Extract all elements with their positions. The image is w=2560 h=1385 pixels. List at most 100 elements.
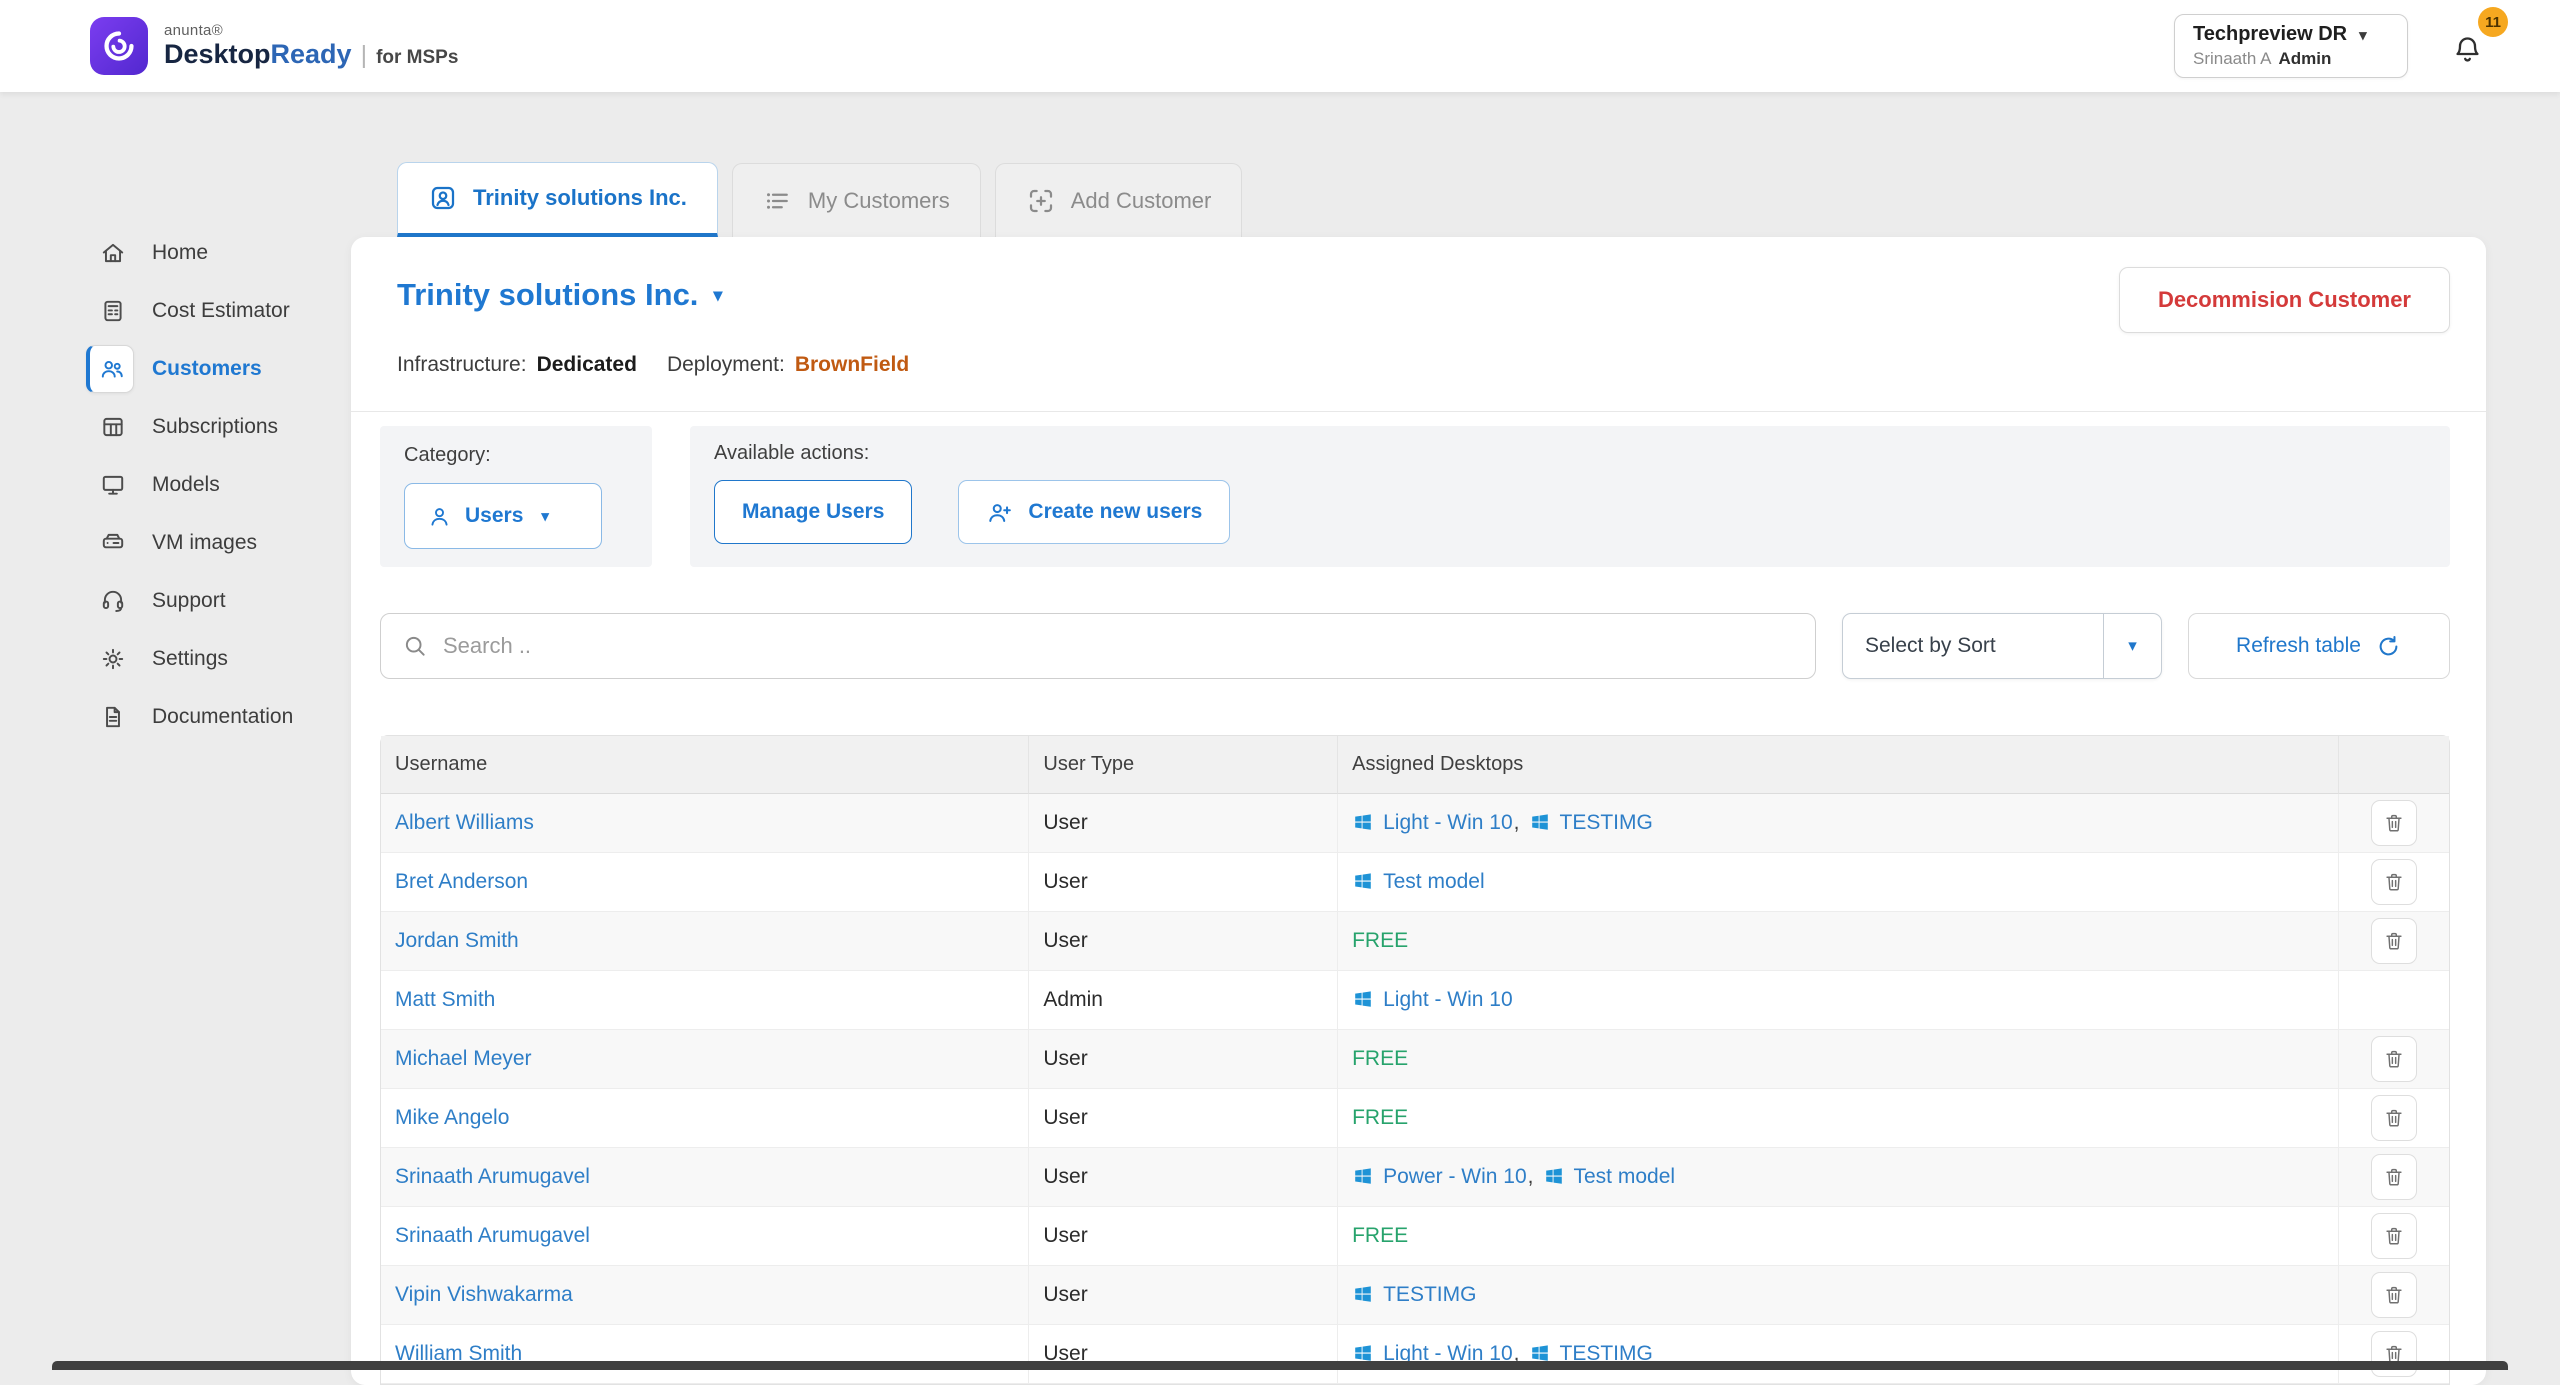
refresh-table-button[interactable]: Refresh table xyxy=(2188,613,2450,679)
create-new-users-button[interactable]: Create new users xyxy=(958,480,1230,544)
username-link[interactable]: Srinaath Arumugavel xyxy=(395,1224,590,1247)
desktop-link[interactable]: TESTIMG xyxy=(1560,811,1653,834)
account-menu[interactable]: Techpreview DR ▾ Srinaath A Admin xyxy=(2174,14,2408,78)
table-body: Albert Williams User Light - Win 10, TEST… xyxy=(381,794,2449,1384)
sidebar-item-documentation[interactable]: Documentation xyxy=(0,688,350,746)
sidebar-item-support[interactable]: Support xyxy=(0,572,350,630)
username-cell: Srinaath Arumugavel xyxy=(381,1148,1029,1207)
username-link[interactable]: Vipin Vishwakarma xyxy=(395,1283,573,1306)
username-cell: Matt Smith xyxy=(381,971,1029,1030)
assigned-desktops-cell: FREE xyxy=(1338,912,2339,971)
users-table: Username User Type Assigned Desktops Alb… xyxy=(380,735,2450,1385)
username-cell: Vipin Vishwakarma xyxy=(381,1266,1029,1325)
manage-users-button[interactable]: Manage Users xyxy=(714,480,912,544)
category-value: Users xyxy=(465,504,523,528)
person-icon xyxy=(427,504,452,529)
sidebar-item-settings[interactable]: Settings xyxy=(0,630,350,688)
sidebar-item-vm-images[interactable]: VM images xyxy=(0,514,350,572)
delete-user-button[interactable] xyxy=(2371,1272,2417,1318)
free-status: FREE xyxy=(1352,1106,1408,1129)
assigned-desktops-cell: FREE xyxy=(1338,1207,2339,1266)
decommission-customer-button[interactable]: Decommision Customer xyxy=(2119,267,2450,333)
tab-trinity-solutions-inc[interactable]: Trinity solutions Inc. xyxy=(397,162,718,237)
notifications-button[interactable]: 11 xyxy=(2450,20,2496,72)
sort-caret-zone: ▾ xyxy=(2103,614,2161,678)
delete-user-button[interactable] xyxy=(2371,1154,2417,1200)
deployment-value: BrownField xyxy=(795,353,909,377)
available-actions-label: Available actions: xyxy=(714,442,2426,465)
subscriptions-icon xyxy=(100,414,126,440)
row-actions-cell xyxy=(2339,853,2449,912)
sidebar-item-models[interactable]: Models xyxy=(0,456,350,514)
delete-user-button[interactable] xyxy=(2371,1095,2417,1141)
username-link[interactable]: Jordan Smith xyxy=(395,929,519,952)
refresh-table-label: Refresh table xyxy=(2236,634,2361,658)
username-link[interactable]: Albert Williams xyxy=(395,811,534,834)
delete-user-button[interactable] xyxy=(2371,918,2417,964)
username-link[interactable]: Matt Smith xyxy=(395,988,495,1011)
divider xyxy=(351,411,2486,412)
free-status: FREE xyxy=(1352,929,1408,952)
customer-meta: Infrastructure: Dedicated Deployment: Br… xyxy=(380,353,2450,377)
sidebar-item-label: Home xyxy=(152,241,208,265)
user-type-cell: User xyxy=(1029,1207,1338,1266)
table-row: Michael Meyer User FREE xyxy=(381,1030,2449,1089)
brand-product: DesktopReady | for MSPs xyxy=(164,39,458,70)
delete-user-button[interactable] xyxy=(2371,1331,2417,1377)
chevron-down-icon: ▾ xyxy=(541,507,549,525)
assigned-desktops-cell: Light - Win 10 xyxy=(1338,971,2339,1030)
category-label: Category: xyxy=(404,444,628,467)
username-link[interactable]: Srinaath Arumugavel xyxy=(395,1165,590,1188)
app-header: anunta® DesktopReady | for MSPs Techprev… xyxy=(0,0,2560,92)
sidebar-item-customers[interactable]: Customers xyxy=(0,340,350,398)
username-cell: Mike Angelo xyxy=(381,1089,1029,1148)
row-actions-cell xyxy=(2339,1089,2449,1148)
sort-select[interactable]: Select by Sort ▾ xyxy=(1842,613,2162,679)
infrastructure-label: Infrastructure: xyxy=(397,353,527,377)
sidebar-item-label: Settings xyxy=(152,647,228,671)
customer-detail-card: Trinity solutions Inc. ▾ Decommision Cus… xyxy=(351,237,2486,1385)
desktop-link[interactable]: Power - Win 10 xyxy=(1383,1165,1527,1188)
brand-separator: | xyxy=(361,41,368,70)
tab-add-customer[interactable]: Add Customer xyxy=(995,163,1243,237)
desktop-link[interactable]: Test model xyxy=(1574,1165,1676,1188)
sidebar-item-home[interactable]: Home xyxy=(0,224,350,282)
desktop-link[interactable]: Test model xyxy=(1383,870,1485,893)
delete-user-button[interactable] xyxy=(2371,1213,2417,1259)
bottom-window-edge xyxy=(52,1361,2508,1370)
customer-name: Trinity solutions Inc. xyxy=(397,277,698,313)
username-cell: Srinaath Arumugavel xyxy=(381,1207,1029,1266)
bell-icon xyxy=(2452,34,2483,65)
main-content: Trinity solutions Inc. My Customers Add … xyxy=(350,92,2560,1385)
assigned-desktops-cell: FREE xyxy=(1338,1089,2339,1148)
row-actions-cell xyxy=(2339,1325,2449,1384)
user-type-cell: User xyxy=(1029,1089,1338,1148)
delete-user-button[interactable] xyxy=(2371,1036,2417,1082)
table-row: Albert Williams User Light - Win 10,TEST… xyxy=(381,794,2449,853)
sidebar-item-cost-estimator[interactable]: Cost Estimator xyxy=(0,282,350,340)
free-status: FREE xyxy=(1352,1047,1408,1070)
tab-my-customers[interactable]: My Customers xyxy=(732,163,981,237)
desktop-link[interactable]: Light - Win 10 xyxy=(1383,811,1513,834)
category-users-dropdown[interactable]: Users ▾ xyxy=(404,483,602,549)
sidebar-item-label: Models xyxy=(152,473,220,497)
account-user-row: Srinaath A Admin xyxy=(2193,49,2389,69)
username-cell: Jordan Smith xyxy=(381,912,1029,971)
search-icon xyxy=(402,633,428,659)
delete-user-button[interactable] xyxy=(2371,859,2417,905)
username-link[interactable]: Michael Meyer xyxy=(395,1047,532,1070)
table-row: Matt Smith Admin Light - Win 10 xyxy=(381,971,2449,1030)
windows-icon xyxy=(1352,988,1374,1010)
search-input[interactable] xyxy=(443,633,1794,659)
desktop-link[interactable]: TESTIMG xyxy=(1383,1283,1476,1306)
sidebar-item-subscriptions[interactable]: Subscriptions xyxy=(0,398,350,456)
desktop-link[interactable]: Light - Win 10 xyxy=(1383,988,1513,1011)
username-link[interactable]: Mike Angelo xyxy=(395,1106,509,1129)
windows-icon xyxy=(1352,1283,1374,1305)
delete-user-button[interactable] xyxy=(2371,800,2417,846)
page-title[interactable]: Trinity solutions Inc. ▾ xyxy=(397,277,722,313)
separator: , xyxy=(1528,1165,1534,1188)
notification-badge: 11 xyxy=(2478,7,2508,37)
username-link[interactable]: Bret Anderson xyxy=(395,870,528,893)
user-type-cell: User xyxy=(1029,1266,1338,1325)
